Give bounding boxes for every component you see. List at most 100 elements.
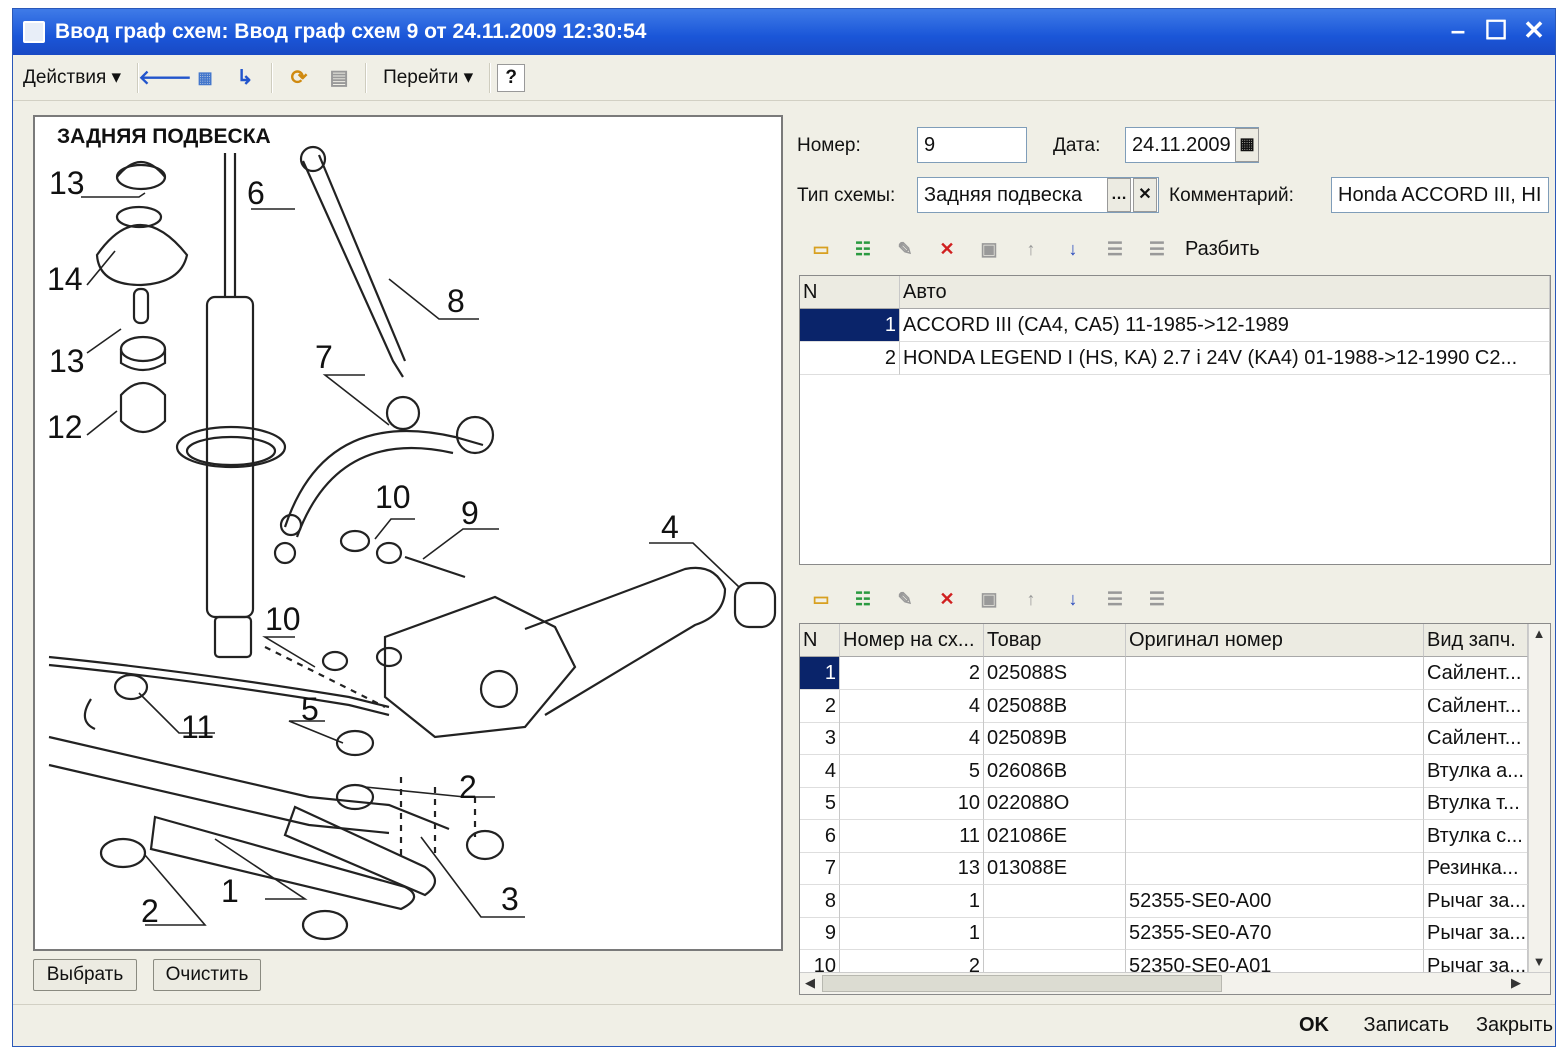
refresh-icon[interactable]: ⟳ bbox=[285, 64, 313, 92]
cell-n: 1 bbox=[800, 657, 840, 690]
scroll-up-icon[interactable]: ▲ bbox=[1529, 624, 1549, 644]
cell-pos: 4 bbox=[840, 689, 984, 723]
table-row[interactable]: 1 2 025088S Сайлент... bbox=[800, 657, 1528, 690]
callout-5: 5 bbox=[301, 691, 319, 727]
sort-desc-icon[interactable]: ☰ bbox=[1143, 585, 1171, 613]
clear-button[interactable]: Очистить bbox=[153, 959, 261, 991]
cars-table[interactable]: N Авто 1 ACCORD III (CA4, CA5) 11-1985->… bbox=[799, 275, 1551, 565]
save-button[interactable]: Записать bbox=[1364, 1010, 1449, 1040]
cell-item: 025088B bbox=[984, 689, 1126, 723]
select-button[interactable]: Выбрать bbox=[33, 959, 137, 991]
table-row[interactable]: 4 5 026086B Втулка а... bbox=[800, 754, 1528, 788]
actions-menu[interactable]: Действия ▾ bbox=[13, 66, 131, 89]
scroll-right-icon[interactable]: ▶ bbox=[1506, 973, 1526, 993]
column-header[interactable]: Номер на сх... bbox=[840, 624, 984, 657]
callout-9: 9 bbox=[461, 495, 479, 531]
main-toolbar: Действия ▾ 🡐 ▦ ↳ ⟳ ▤ Перейти ▾ ? bbox=[13, 55, 1555, 101]
structure-icon[interactable]: ▦ bbox=[191, 64, 219, 92]
maximize-icon[interactable]: ☐ bbox=[1479, 15, 1513, 47]
cell-pos: 13 bbox=[840, 852, 984, 885]
edit-row-icon[interactable]: ✎ bbox=[891, 235, 919, 263]
close-button[interactable]: Закрыть bbox=[1476, 1010, 1553, 1040]
minimize-icon[interactable]: – bbox=[1441, 15, 1475, 47]
column-header[interactable]: Авто bbox=[900, 276, 1550, 309]
date-label: Дата: bbox=[1053, 135, 1101, 156]
cell-pos: 11 bbox=[840, 819, 984, 853]
table-row[interactable]: 6 11 021086E Втулка с... bbox=[800, 819, 1528, 853]
split-button[interactable]: Разбить bbox=[1185, 238, 1260, 261]
end-edit-icon[interactable]: ▣ bbox=[975, 235, 1003, 263]
column-header[interactable]: Товар bbox=[984, 624, 1126, 657]
column-header[interactable]: N bbox=[800, 276, 900, 309]
table-row[interactable]: 9 1 52355-SE0-A70 Рычаг за... bbox=[800, 917, 1528, 950]
edit-row-icon[interactable]: ✎ bbox=[891, 585, 919, 613]
calendar-icon[interactable]: ▦ bbox=[1235, 128, 1259, 162]
table-row[interactable]: 2 HONDA LEGEND I (HS, KA) 2.7 i 24V (KA4… bbox=[800, 342, 1550, 375]
table-row[interactable]: 3 4 025089B Сайлент... bbox=[800, 722, 1528, 755]
copy-row-icon[interactable]: ☷ bbox=[849, 235, 877, 263]
horizontal-scrollbar[interactable]: ◀ ▶ bbox=[800, 972, 1550, 994]
table-row[interactable]: 2 4 025088B Сайлент... bbox=[800, 689, 1528, 723]
copy-row-icon[interactable]: ☷ bbox=[849, 585, 877, 613]
delete-row-icon[interactable]: ✕ bbox=[933, 235, 961, 263]
cell-orig bbox=[1126, 689, 1424, 723]
cell-pos: 5 bbox=[840, 754, 984, 788]
ok-button[interactable]: OK bbox=[1299, 1010, 1329, 1040]
column-header[interactable]: N bbox=[800, 624, 840, 657]
select-ellipsis-button[interactable]: … bbox=[1107, 178, 1131, 212]
scroll-thumb[interactable] bbox=[822, 975, 1222, 992]
table-row[interactable]: 7 13 013088E Резинка... bbox=[800, 852, 1528, 885]
cell-kind: Резинка... bbox=[1424, 852, 1528, 885]
cell-n: 5 bbox=[800, 787, 840, 820]
table-row[interactable]: 8 1 52355-SE0-A00 Рычаг за... bbox=[800, 884, 1528, 918]
close-icon[interactable]: ✕ bbox=[1517, 15, 1551, 47]
column-header[interactable]: Вид запч. bbox=[1424, 624, 1528, 657]
number-field[interactable]: 9 bbox=[917, 127, 1027, 163]
cell-orig bbox=[1126, 722, 1424, 755]
add-row-icon[interactable]: ▭ bbox=[807, 235, 835, 263]
table-row[interactable]: 1 ACCORD III (CA4, CA5) 11-1985->12-1989 bbox=[800, 309, 1550, 342]
comment-label: Комментарий: bbox=[1169, 185, 1294, 206]
footer-bar: OK Записать Закрыть bbox=[13, 1004, 1555, 1046]
scroll-left-icon[interactable]: ◀ bbox=[800, 973, 820, 993]
document-icon bbox=[23, 21, 45, 43]
back-arrow-icon[interactable]: 🡐 bbox=[138, 64, 192, 92]
cell-kind: Рычаг за... bbox=[1424, 884, 1528, 918]
toolbar-separator bbox=[271, 62, 274, 93]
help-button[interactable]: ? bbox=[497, 63, 526, 92]
move-down-icon[interactable]: ↓ bbox=[1059, 585, 1087, 613]
sort-asc-icon[interactable]: ☰ bbox=[1101, 235, 1129, 263]
scheme-image[interactable]: ЗАДНЯЯ ПОДВЕСКА 13 6 14 8 13 7 12 10 9 4… bbox=[33, 115, 783, 951]
scroll-down-icon[interactable]: ▼ bbox=[1529, 952, 1549, 972]
forward-arrow-icon[interactable]: ↳ bbox=[231, 64, 259, 92]
comment-field[interactable]: Honda ACCORD III, HI bbox=[1331, 177, 1549, 213]
cell-orig bbox=[1126, 754, 1424, 788]
goto-menu[interactable]: Перейти ▾ bbox=[373, 66, 483, 89]
sort-desc-icon[interactable]: ☰ bbox=[1143, 235, 1171, 263]
callout-1: 1 bbox=[221, 873, 239, 909]
vertical-scrollbar[interactable]: ▲ ▼ bbox=[1528, 624, 1550, 994]
callout-6: 6 bbox=[247, 175, 265, 211]
move-up-icon[interactable]: ↑ bbox=[1017, 585, 1045, 613]
sort-asc-icon[interactable]: ☰ bbox=[1101, 585, 1129, 613]
document-window: Ввод граф схем: Ввод граф схем 9 от 24.1… bbox=[12, 8, 1556, 1047]
callout-10-mid: 10 bbox=[265, 601, 301, 637]
move-up-icon[interactable]: ↑ bbox=[1017, 235, 1045, 263]
table-row[interactable]: 5 10 022088O Втулка т... bbox=[800, 787, 1528, 820]
add-row-icon[interactable]: ▭ bbox=[807, 585, 835, 613]
cell-n: 7 bbox=[800, 852, 840, 885]
parts-table[interactable]: N Номер на сх... Товар Оригинал номер Ви… bbox=[799, 623, 1551, 995]
cell-pos: 1 bbox=[840, 884, 984, 918]
clear-x-icon[interactable]: ✕ bbox=[1133, 178, 1157, 212]
delete-row-icon[interactable]: ✕ bbox=[933, 585, 961, 613]
column-header[interactable]: Оригинал номер bbox=[1126, 624, 1424, 657]
cell-n: 8 bbox=[800, 884, 840, 918]
toolbar-separator bbox=[489, 62, 492, 93]
cell-item: 026086B bbox=[984, 754, 1126, 788]
cell-kind: Втулка с... bbox=[1424, 819, 1528, 853]
cell-kind: Рычаг за... bbox=[1424, 917, 1528, 950]
callout-13-mid: 13 bbox=[49, 343, 85, 379]
move-down-icon[interactable]: ↓ bbox=[1059, 235, 1087, 263]
end-edit-icon[interactable]: ▣ bbox=[975, 585, 1003, 613]
print-icon[interactable]: ▤ bbox=[325, 64, 353, 92]
